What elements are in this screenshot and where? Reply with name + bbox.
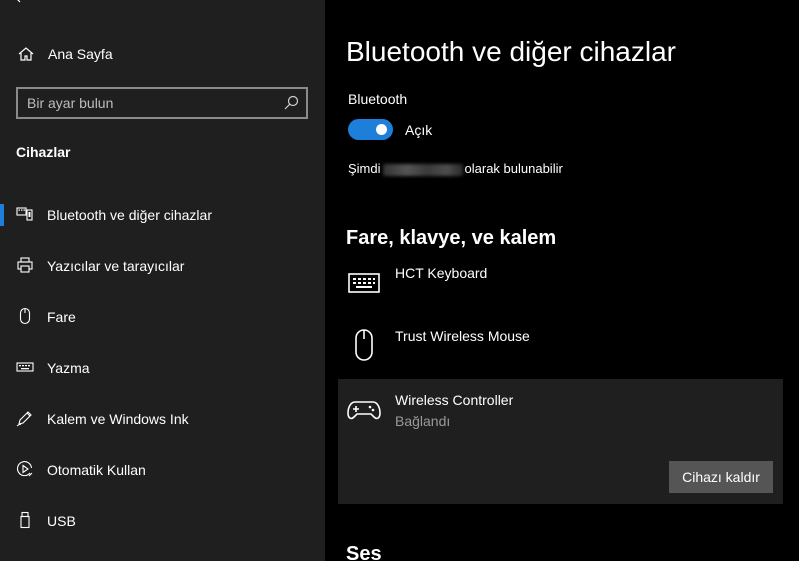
back-arrow-icon[interactable] — [12, 0, 28, 6]
discoverable-suffix: olarak bulunabilir — [464, 161, 563, 176]
discoverable-text: Şimdi olarak bulunabilir — [348, 161, 563, 176]
home-label: Ana Sayfa — [48, 46, 113, 62]
device-name: HCT Keyboard — [395, 265, 488, 281]
sidebar-item-label: Kalem ve Windows Ink — [47, 411, 189, 427]
printer-icon — [17, 257, 33, 273]
selection-indicator — [0, 204, 4, 226]
toggle-state-label: Açık — [405, 122, 433, 138]
device-name: Trust Wireless Mouse — [395, 328, 530, 344]
search-icon[interactable] — [283, 95, 299, 111]
bluetooth-label: Bluetooth — [348, 91, 408, 107]
sidebar-item-home[interactable]: Ana Sayfa — [0, 36, 325, 72]
sound-group-title: Ses — [346, 543, 382, 561]
keyboard-icon — [348, 273, 380, 293]
usb-icon — [20, 511, 30, 529]
sidebar-item-label: Bluetooth ve diğer cihazlar — [47, 207, 212, 223]
pen-icon — [16, 411, 32, 427]
device-item-controller[interactable]: Wireless Controller Bağlandı Cihazı kald… — [338, 379, 783, 504]
sidebar-item-label: Yazma — [47, 360, 90, 376]
sidebar-item-printers[interactable]: Yazıcılar ve tarayıcılar — [0, 243, 325, 287]
sidebar-item-typing[interactable]: Yazma — [0, 345, 325, 389]
device-name: Wireless Controller — [395, 392, 514, 408]
toggle-knob — [376, 124, 387, 135]
keyboard-icon — [16, 362, 34, 372]
sidebar-item-usb[interactable]: USB — [0, 498, 325, 542]
sidebar-item-pen[interactable]: Kalem ve Windows Ink — [0, 396, 325, 440]
remove-device-button[interactable]: Cihazı kaldır — [669, 461, 773, 493]
page-title: Bluetooth ve diğer cihazlar — [346, 36, 676, 67]
home-icon — [18, 47, 34, 61]
search-input[interactable] — [27, 90, 277, 116]
autoplay-icon — [16, 461, 33, 477]
sidebar-item-bluetooth[interactable]: Bluetooth ve diğer cihazlar — [0, 192, 325, 236]
sidebar-item-label: USB — [47, 513, 76, 529]
mouse-icon — [19, 307, 31, 325]
main-content: Bluetooth ve diğer cihazlar Bluetooth Aç… — [325, 0, 799, 561]
section-title: Cihazlar — [16, 144, 71, 160]
sidebar-item-mouse[interactable]: Fare — [0, 294, 325, 338]
bluetooth-toggle[interactable] — [348, 119, 393, 140]
settings-window: Ana Sayfa Cihazlar Bluetoo — [0, 0, 799, 561]
discoverable-prefix: Şimdi — [348, 161, 381, 176]
bluetooth-devices-icon — [16, 207, 33, 221]
redacted-device-name — [382, 163, 463, 176]
device-group-title: Fare, klavye, ve kalem — [346, 227, 557, 249]
device-status: Bağlandı — [395, 413, 451, 429]
device-item-keyboard[interactable]: HCT Keyboard — [338, 258, 783, 318]
gamepad-icon — [347, 401, 381, 420]
sidebar-item-label: Fare — [47, 309, 76, 325]
sidebar-item-autoplay[interactable]: Otomatik Kullan — [0, 447, 325, 491]
mouse-icon — [355, 329, 373, 361]
sidebar-item-label: Otomatik Kullan — [47, 462, 146, 478]
sidebar-item-label: Yazıcılar ve tarayıcılar — [47, 258, 185, 274]
device-item-mouse[interactable]: Trust Wireless Mouse — [338, 320, 783, 380]
sidebar: Ana Sayfa Cihazlar Bluetoo — [0, 0, 325, 561]
search-box[interactable] — [16, 87, 308, 119]
